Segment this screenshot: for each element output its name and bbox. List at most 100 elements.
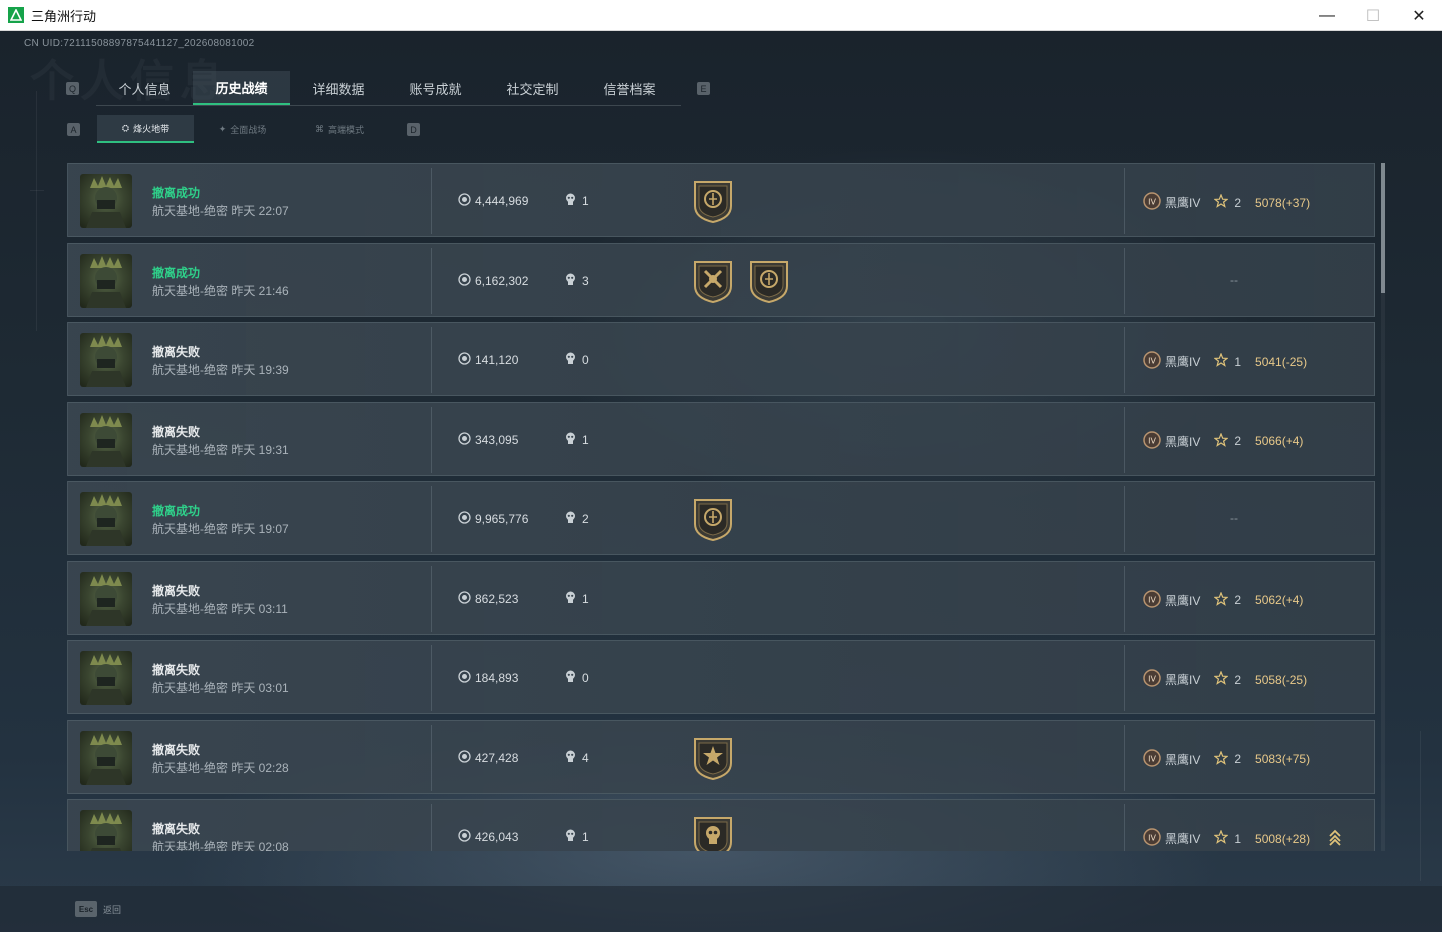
key-hint-q: Q <box>66 82 79 95</box>
close-button[interactable]: ✕ <box>1396 0 1442 31</box>
mode-tab-label: 高端模式 <box>327 124 364 135</box>
skull-medal-icon[interactable] <box>692 814 734 851</box>
skull-icon <box>565 591 576 607</box>
match-row[interactable]: 撤离成功 航天基地-绝密 昨天 21:46 6,162,302 3 -- <box>67 242 1375 317</box>
rank-name: 黑鹰IV <box>1165 434 1201 449</box>
coin-icon <box>458 352 471 368</box>
rank-score: 5058(-25) <box>1255 672 1308 687</box>
map-time-info: 航天基地-绝密 昨天 19:39 <box>152 361 289 378</box>
loot-value: 862,523 <box>458 590 519 607</box>
loot-value-text: 141,120 <box>475 353 519 367</box>
game-area: 个人信息 CN UID:7211150889787544112​7_202608… <box>0 31 1442 932</box>
extract-status: 撤离失败 <box>152 424 201 439</box>
match-row[interactable]: 撤离失败 航天基地-绝密 昨天 19:39 141,120 0 IV 黑鹰IV 1 5041(… <box>67 322 1375 396</box>
coin-icon <box>458 749 471 766</box>
loot-value-text: 427,428 <box>475 750 519 765</box>
match-row[interactable]: 撤离失败 航天基地-绝密 昨天 02:28 427,428 4 IV 黑鹰IV 2 5083… <box>67 719 1375 794</box>
tab-4[interactable]: 社交定制 <box>484 71 581 105</box>
match-time: 昨天 03:01 <box>231 681 289 695</box>
uid-text: CN UID:7211150889787544112​7_20260808100… <box>24 38 255 49</box>
tab-1[interactable]: 历史战绩 <box>193 71 290 105</box>
kill-count-text: 1 <box>582 194 589 208</box>
esc-key-hint[interactable]: Esc <box>75 901 97 917</box>
rank-up-chevrons-icon <box>1314 828 1342 849</box>
match-row[interactable]: 撤离成功 航天基地-绝密 昨天 22:07 4,444,969 1 IV 黑鹰IV 2 50… <box>67 163 1375 237</box>
window-title: 三角洲行动 <box>31 8 97 24</box>
match-row[interactable]: 撤离失败 航天基地-绝密 昨天 19:31 343,095 1 IV 黑鹰IV 2 5066(… <box>67 401 1375 476</box>
app-logo-icon <box>8 7 24 23</box>
extract-status: 撤离失败 <box>152 822 201 836</box>
svg-text:IV: IV <box>1148 595 1156 604</box>
mode-tab-2[interactable]: ⌘ 高端模式 <box>291 115 388 143</box>
decor-line <box>30 190 44 191</box>
rank-score: 5041(-25) <box>1255 354 1308 369</box>
key-hint-e: E <box>697 82 710 95</box>
mode-tab-0[interactable]: ⛭ 烽火地带 <box>97 115 194 143</box>
tab-5[interactable]: 信誉档案 <box>581 71 678 105</box>
rank-stars: 2 <box>1213 590 1242 609</box>
scrollbar-thumb[interactable] <box>1381 163 1385 293</box>
loot-value-text: 862,523 <box>475 591 519 606</box>
match-time: 昨天 22:07 <box>231 204 289 218</box>
star-icon <box>1213 193 1229 211</box>
skull-icon <box>565 352 576 368</box>
map-name: 航天基地-绝密 <box>152 601 228 616</box>
star-count: 2 <box>1234 434 1242 448</box>
loot-value: 4,444,969 <box>458 193 528 209</box>
skull-icon <box>565 193 576 209</box>
star-icon <box>1213 670 1229 688</box>
medal-list <box>692 496 734 542</box>
column-divider <box>431 406 432 473</box>
column-divider <box>1124 486 1125 552</box>
mode-tab-1[interactable]: ✦ 全面战场 <box>194 115 291 143</box>
svg-text:IV: IV <box>1148 754 1156 763</box>
rank-name: 黑鹰IV <box>1165 355 1201 369</box>
loot-value: 6,162,302 <box>458 272 528 289</box>
match-time: 昨天 19:31 <box>231 442 289 457</box>
column-divider <box>1124 565 1125 632</box>
mode-tab-label: 烽火地带 <box>133 123 170 134</box>
minimize-button[interactable]: — <box>1304 0 1350 31</box>
extract-status: 撤离失败 <box>152 583 201 598</box>
svg-text:IV: IV <box>1148 436 1156 445</box>
star-medal-icon[interactable] <box>692 735 734 781</box>
tab-0[interactable]: 个人信息 <box>96 71 193 105</box>
rank-score-empty: -- <box>1230 511 1238 525</box>
match-row[interactable]: 撤离失败 航天基地-绝密 昨天 03:01 184,893 0 IV 黑鹰IV 2 5058(… <box>67 640 1375 714</box>
column-divider <box>1124 168 1125 234</box>
match-history-list[interactable]: 撤离成功 航天基地-绝密 昨天 22:07 4,444,969 1 IV 黑鹰IV 2 50… <box>67 163 1375 851</box>
star-count: 2 <box>1234 593 1242 607</box>
mode-icon: ✦ <box>218 123 227 134</box>
maximize-button[interactable]: ☐ <box>1350 0 1396 31</box>
rank-stars: 1 <box>1213 829 1241 847</box>
column-divider <box>1124 804 1125 851</box>
match-row[interactable]: 撤离失败 航天基地-绝密 昨天 02:08 426,043 1 IV 黑鹰IV 1 5008… <box>67 799 1375 851</box>
rank-name: 黑鹰IV <box>1165 196 1201 210</box>
kill-count: 4 <box>565 750 589 766</box>
rank-score: 5008(+28) <box>1255 831 1311 846</box>
rank-stars: 2 <box>1213 431 1242 450</box>
match-time: 昨天 19:39 <box>231 363 289 377</box>
column-divider <box>431 247 432 314</box>
cross-medal-icon[interactable] <box>692 258 734 304</box>
svg-text:IV: IV <box>1148 675 1156 684</box>
match-time: 昨天 02:28 <box>231 760 289 775</box>
match-row[interactable]: 撤离失败 航天基地-绝密 昨天 03:11 862,523 1 IV 黑鹰IV 2 5062(… <box>67 560 1375 635</box>
shield-medal-icon[interactable] <box>692 178 734 224</box>
window-titlebar: 三角洲行动 — ☐ ✕ <box>0 0 1442 31</box>
star-count: 2 <box>1234 752 1242 766</box>
shield-medal-icon[interactable] <box>748 258 790 304</box>
shield-medal-icon[interactable] <box>692 496 734 542</box>
skull-icon <box>565 432 576 448</box>
tab-3[interactable]: 账号成就 <box>387 71 484 105</box>
mode-icon: ⌘ <box>314 123 324 134</box>
match-row[interactable]: 撤离成功 航天基地-绝密 昨天 19:07 9,965,776 2 -- <box>67 481 1375 555</box>
medal-list <box>692 178 734 224</box>
kill-count-text: 1 <box>582 432 589 447</box>
back-label[interactable]: 返回 <box>103 903 121 916</box>
rank-info: IV 黑鹰IV 1 5008(+28) <box>1143 828 1342 849</box>
star-icon <box>1213 749 1229 768</box>
kill-count: 1 <box>565 829 589 845</box>
rank-score: 5083(+75) <box>1255 752 1311 766</box>
tab-2[interactable]: 详细数据 <box>290 71 387 105</box>
